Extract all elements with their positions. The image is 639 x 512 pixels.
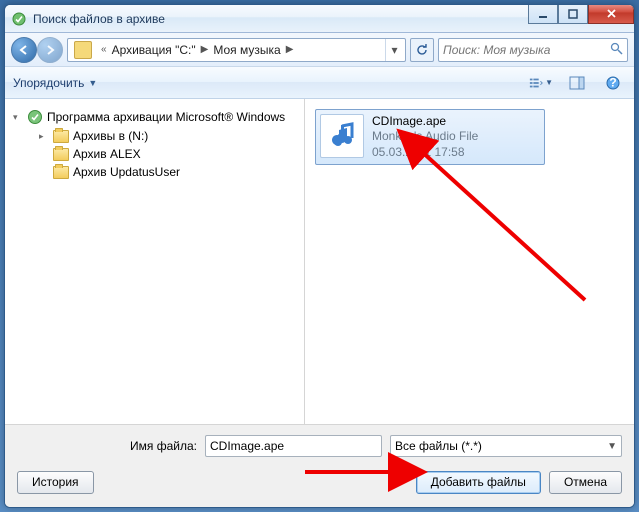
bottom-bar: Имя файла: Все файлы (*.*) ▼ История Доб… [5,425,634,507]
tree-item-label: Архив ALEX [73,147,141,161]
window-controls [528,4,634,24]
file-name: CDImage.ape [372,114,478,128]
chevron-right-icon: ▶ [283,44,297,55]
tree-item[interactable]: ▸ Архивы в (N:) [9,127,300,145]
tree-root-label: Программа архивации Microsoft® Windows [47,110,285,124]
back-button[interactable] [11,37,37,63]
minimize-button[interactable] [528,4,558,24]
maximize-button[interactable] [558,4,588,24]
filename-field[interactable] [205,435,382,457]
close-button[interactable] [588,4,634,24]
content-area: ▾ Программа архивации Microsoft® Windows… [5,99,634,425]
add-files-button[interactable]: Добавить файлы [416,471,541,494]
view-options-button[interactable]: ▼ [528,72,554,94]
help-button[interactable]: ? [600,72,626,94]
window-title: Поиск файлов в архиве [33,12,165,26]
tree-item-label: Архивы в (N:) [73,129,148,143]
organize-label: Упорядочить [13,76,84,90]
folder-icon [53,148,69,161]
file-meta: CDImage.ape Monkey's Audio File 05.03.20… [372,114,478,160]
file-item-selected[interactable]: CDImage.ape Monkey's Audio File 05.03.20… [315,109,545,165]
chevron-left-icon: « [98,44,110,55]
search-box[interactable] [438,38,628,62]
filename-input[interactable] [210,437,377,455]
refresh-button[interactable] [410,38,434,62]
tree-item[interactable]: ▸ Архив ALEX [9,145,300,163]
file-type: Monkey's Audio File [372,128,478,144]
backup-program-icon [27,109,43,125]
svg-text:?: ? [609,76,616,90]
history-button[interactable]: История [17,471,94,494]
breadcrumb-part[interactable]: Архивация "C:" [112,43,196,57]
search-input[interactable] [443,40,610,60]
file-date: 05.03.2011 17:58 [372,144,478,160]
chevron-down-icon: ▼ [88,78,97,88]
file-list-pane[interactable]: CDImage.ape Monkey's Audio File 05.03.20… [305,99,634,424]
chevron-down-icon: ▼ [607,441,617,452]
expand-icon[interactable]: ▸ [39,131,49,142]
audio-file-icon [320,114,364,158]
address-dropdown[interactable]: ▾ [385,39,403,61]
filetype-filter[interactable]: Все файлы (*.*) ▼ [390,435,622,457]
preview-pane-button[interactable] [564,72,590,94]
cancel-button[interactable]: Отмена [549,471,622,494]
app-icon [11,11,27,27]
address-bar[interactable]: « Архивация "C:" ▶ Моя музыка ▶ ▾ [67,38,406,62]
navigation-pane[interactable]: ▾ Программа архивации Microsoft® Windows… [5,99,305,424]
folder-icon [74,41,92,59]
folder-icon [53,130,69,143]
tree-item-label: Архив UpdatusUser [73,165,180,179]
tree-item[interactable]: ▸ Архив UpdatusUser [9,163,300,181]
toolbar: Упорядочить ▼ ▼ ? [5,67,634,99]
organize-menu[interactable]: Упорядочить ▼ [13,76,97,90]
titlebar: Поиск файлов в архиве [5,5,634,33]
chevron-right-icon: ▶ [198,44,212,55]
filter-label: Все файлы (*.*) [395,439,482,453]
expand-icon[interactable]: ▾ [13,112,23,123]
navigation-bar: « Архивация "C:" ▶ Моя музыка ▶ ▾ [5,33,634,67]
breadcrumb-part[interactable]: Моя музыка [213,43,280,57]
forward-button[interactable] [37,37,63,63]
tree-root[interactable]: ▾ Программа архивации Microsoft® Windows [9,107,300,127]
filename-label: Имя файла: [17,439,197,453]
folder-icon [53,166,69,179]
search-icon [610,42,623,58]
dialog-window: Поиск файлов в архиве « Архивац [4,4,635,508]
